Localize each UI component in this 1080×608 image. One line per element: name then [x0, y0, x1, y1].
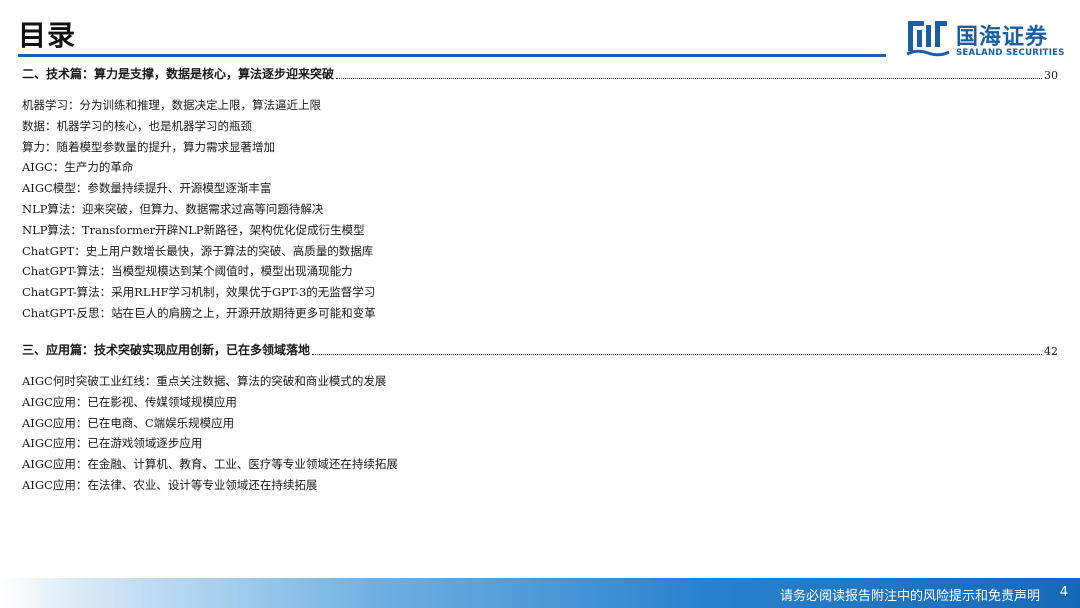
toc-list-technology: 机器学习：分为训练和推理，数据决定上限，算法逼近上限 数据：机器学习的核心，也是…	[22, 95, 376, 324]
toc-section-application[interactable]: 三、应用篇：技术突破实现应用创新，已在多领域落地 42	[22, 342, 1058, 358]
toc-item[interactable]: NLP算法：迎来突破，但算力、数据需求过高等问题待解决	[22, 199, 376, 220]
toc-section-technology[interactable]: 二、技术篇：算力是支撑，数据是核心，算法逐步迎来突破 30	[22, 66, 1058, 82]
toc-item[interactable]: AIGC应用：在法律、农业、设计等专业领域还在持续拓展	[22, 475, 398, 496]
page-title: 目录	[18, 19, 77, 52]
toc-leader-dots	[336, 77, 1042, 79]
toc-item[interactable]: AIGC：生产力的革命	[22, 157, 376, 178]
toc-leader-dots	[312, 353, 1042, 355]
toc-section-heading: 二、技术篇：算力是支撑，数据是核心，算法逐步迎来突破	[22, 67, 335, 81]
toc-item[interactable]: AIGC模型：参数量持续提升、开源模型逐渐丰富	[22, 178, 376, 199]
toc-list-application: AIGC何时突破工业红线：重点关注数据、算法的突破和商业模式的发展 AIGC应用…	[22, 371, 398, 496]
toc-item[interactable]: ChatGPT-算法：采用RLHF学习机制，效果优于GPT-3的无监督学习	[22, 282, 376, 303]
toc-item[interactable]: AIGC何时突破工业红线：重点关注数据、算法的突破和商业模式的发展	[22, 371, 398, 392]
toc-item[interactable]: ChatGPT-反思：站在巨人的肩膀之上，开源开放期待更多可能和变革	[22, 303, 376, 324]
logo-english-name: SEALAND SECURITIES	[956, 48, 1065, 58]
toc-item[interactable]: ChatGPT：史上用户数增长最快，源于算法的突破、高质量的数据库	[22, 241, 376, 262]
toc-item[interactable]: 算力：随着模型参数量的提升，算力需求显著增加	[22, 137, 376, 158]
toc-page-number: 42	[1044, 345, 1058, 358]
toc-item[interactable]: ChatGPT-算法：当模型规模达到某个阈值时，模型出现涌现能力	[22, 261, 376, 282]
toc-item[interactable]: AIGC应用：已在电商、C端娱乐规模应用	[22, 413, 398, 434]
logo-chinese-name: 国海证券	[956, 25, 1049, 50]
company-logo: 国海证券 SEALAND SECURITIES	[906, 18, 1066, 62]
toc-item[interactable]: AIGC应用：已在影视、传媒领域规模应用	[22, 392, 398, 413]
toc-item[interactable]: AIGC应用：已在游戏领域逐步应用	[22, 433, 398, 454]
toc-item[interactable]: 机器学习：分为训练和推理，数据决定上限，算法逼近上限	[22, 95, 376, 116]
toc-item[interactable]: AIGC应用：在金融、计算机、教育、工业、医疗等专业领域还在持续拓展	[22, 454, 398, 475]
sealand-logo-icon	[906, 21, 950, 57]
footer-disclaimer: 请务必阅读报告附注中的风险提示和免责声明	[779, 589, 1040, 604]
footer-page-number: 4	[1059, 585, 1068, 600]
toc-item[interactable]: NLP算法：Transformer开辟NLP新路径，架构优化促成衍生模型	[22, 220, 376, 241]
toc-section-heading: 三、应用篇：技术突破实现应用创新，已在多领域落地	[22, 343, 311, 357]
toc-page-number: 30	[1044, 69, 1058, 82]
toc-item[interactable]: 数据：机器学习的核心，也是机器学习的瓶颈	[22, 116, 376, 137]
title-divider	[18, 54, 886, 57]
